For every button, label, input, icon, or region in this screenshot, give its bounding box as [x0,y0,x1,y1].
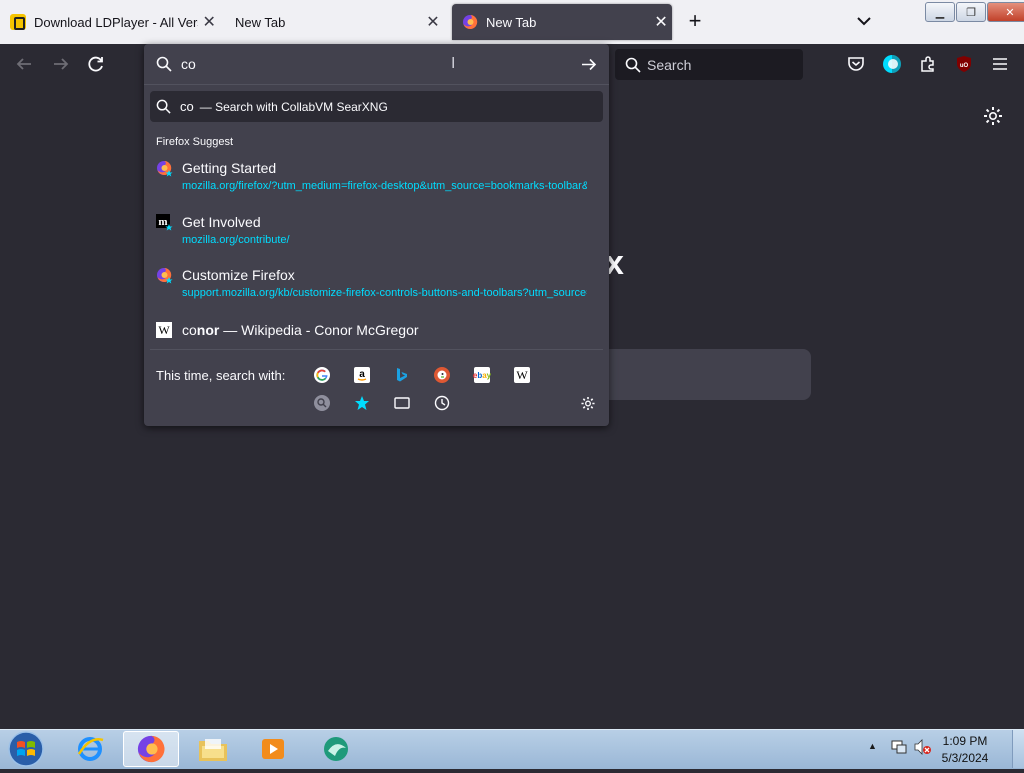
urlbar-results-panel: co I co — Search with CollabVM SearXNG F… [144,44,609,426]
search-placeholder: Search [647,56,692,73]
search-query-text: co [180,99,194,114]
start-button-icon[interactable] [6,730,46,768]
suggestion-url: mozilla.org/contribute/ [182,234,290,246]
newtab-search-field[interactable] [600,349,811,400]
new-tab-plus-icon[interactable]: + [684,10,706,32]
tab-ldplayer[interactable]: Download LDPlayer - All Versions ✕ [0,4,220,40]
taskbar-internet-explorer-icon[interactable] [63,732,117,766]
amazon-engine-icon[interactable]: a [354,367,370,383]
window-close-button[interactable]: ✕ [987,2,1024,22]
suggestion-customize-firefox[interactable]: Customize Firefox support.mozilla.org/kb… [150,263,603,309]
taskbar-firefox-icon[interactable] [123,731,179,767]
firefox-bookmark-icon [157,267,173,284]
search-with-label: — Search with CollabVM SearXNG [199,99,388,114]
account-avatar-icon[interactable] [881,53,903,75]
svg-text:a: a [359,369,365,380]
wikipedia-icon: W [156,322,172,338]
ublock-origin-icon[interactable]: uO [953,53,975,75]
taskbar-file-explorer-icon[interactable] [186,732,240,766]
suggestion-url: support.mozilla.org/kb/customize-firefox… [182,287,587,299]
urlbar-typed-text: co [181,56,196,72]
toolbar-search-box[interactable]: Search [615,49,803,80]
extensions-puzzle-icon[interactable] [917,53,939,75]
close-tab-icon[interactable]: ✕ [198,12,220,32]
show-desktop-button[interactable] [1012,730,1024,768]
urlbar-input[interactable]: co I [144,44,609,85]
list-all-tabs-chevron-icon[interactable] [853,10,875,32]
mozilla-bookmark-icon: m [156,214,173,231]
pocket-icon[interactable] [845,53,867,75]
firefox-bookmark-icon [157,160,173,177]
window-minimize-button[interactable]: ▁ [925,2,955,22]
searxng-engine-icon[interactable] [314,395,330,411]
tab-new-tab-1[interactable]: New Tab ✕ [222,4,444,40]
tab-new-tab-active[interactable]: New Tab ✕ [452,4,672,40]
close-tab-icon[interactable]: ✕ [422,12,444,32]
wiki-typed-prefix: co [182,322,197,338]
network-icon[interactable] [891,739,907,755]
hamburger-menu-icon[interactable] [989,53,1011,75]
search-with-label: This time, search with: [156,368,286,383]
suggestion-wikipedia[interactable]: W conor — Wikipedia - Conor McGregor [150,318,603,342]
window-restore-button[interactable]: ❐ [956,2,986,22]
search-settings-gear-icon[interactable] [580,395,596,411]
taskbar-ldplayer-icon[interactable] [309,732,363,766]
newtab-settings-gear-icon[interactable] [982,105,1004,127]
taskbar-media-player-icon[interactable] [246,732,300,766]
tab-title: Download LDPlayer - All Versions [34,14,198,30]
volume-muted-icon[interactable] [914,739,932,755]
taskbar-clock[interactable]: 1:09 PM 5/3/2024 [935,733,995,767]
tabs-icon[interactable] [394,395,410,411]
bing-engine-icon[interactable] [394,367,410,383]
tab-bar: Download LDPlayer - All Versions ✕ New T… [0,0,1024,44]
reload-icon[interactable] [85,53,107,75]
ebay-engine-icon[interactable]: ebay [473,367,491,383]
suggestion-url: mozilla.org/firefox/?utm_medium=firefox-… [182,180,587,192]
clock-time: 1:09 PM [942,734,988,748]
wikipedia-engine-icon[interactable]: W [514,367,530,383]
go-arrow-icon[interactable] [580,56,597,73]
text-cursor-icon: I [451,55,456,72]
wiki-suggestion-rest: — Wikipedia - Conor McGregor [219,322,419,338]
suggestion-get-involved[interactable]: m Get Involved mozilla.org/contribute/ [150,210,603,256]
google-engine-icon[interactable] [314,367,330,383]
section-heading: Firefox Suggest [156,136,234,148]
bookmarks-star-icon[interactable] [354,395,370,411]
svg-text:uO: uO [960,63,969,69]
search-icon [156,56,172,72]
suggestion-title: Get Involved [182,214,261,230]
tab-title: New Tab [235,14,286,30]
tab-title: New Tab [486,14,537,30]
history-clock-icon[interactable] [434,395,450,411]
search-icon [156,99,171,114]
suggestion-getting-started[interactable]: Getting Started mozilla.org/firefox/?utm… [150,156,603,202]
search-engine-suggestion-row[interactable]: co — Search with CollabVM SearXNG [150,91,603,122]
ldplayer-icon [10,14,26,30]
firefox-icon [463,14,478,29]
suggestion-title: Getting Started [182,160,277,176]
close-tab-icon[interactable]: ✕ [650,12,672,32]
duckduckgo-engine-icon[interactable] [434,367,450,383]
search-icon [625,57,641,73]
forward-arrow-icon[interactable] [50,53,72,75]
suggestion-title: Customize Firefox [182,267,295,283]
clock-date: 5/3/2024 [941,751,989,765]
show-hidden-icons-icon[interactable]: ▲ [868,741,877,751]
divider [150,349,603,350]
back-arrow-icon[interactable] [13,53,35,75]
wiki-completion-bold: nor [196,322,220,338]
svg-text:m: m [158,216,167,228]
